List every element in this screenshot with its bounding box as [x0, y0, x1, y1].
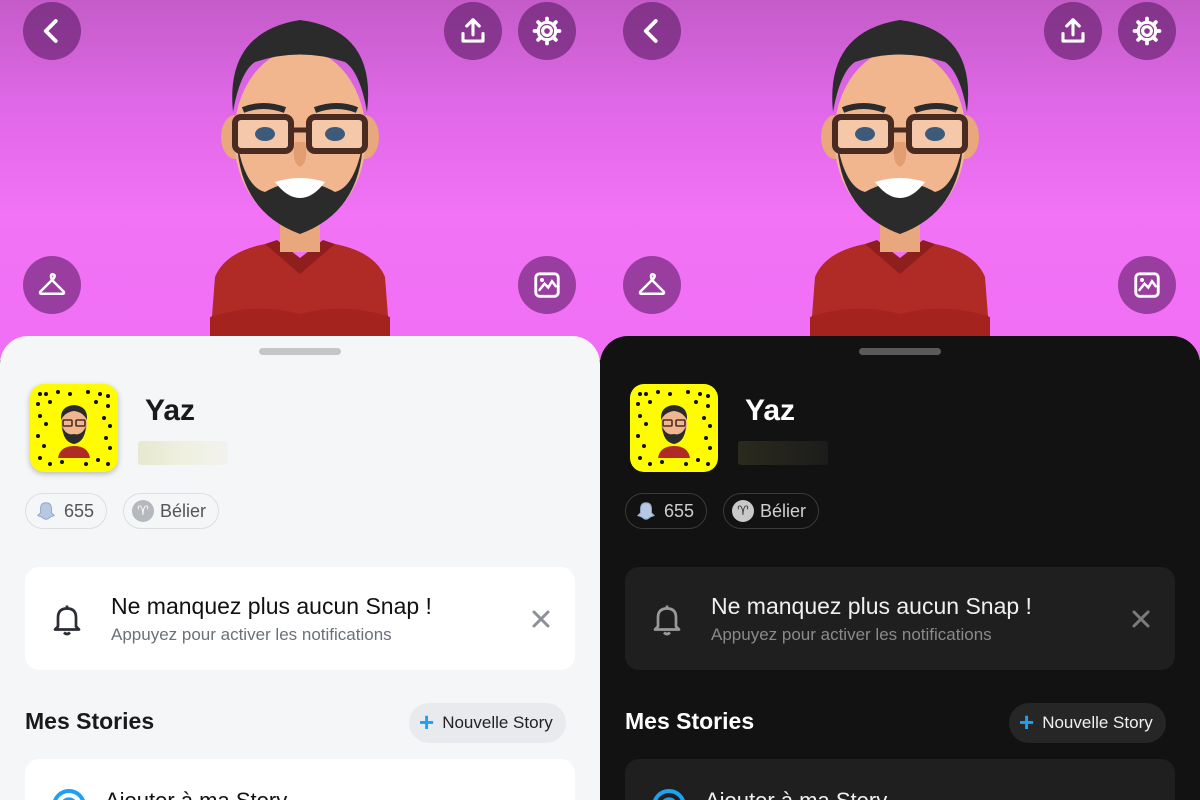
display-name: Yaz — [745, 394, 796, 427]
gear-icon — [1132, 16, 1162, 46]
share-icon — [461, 18, 485, 43]
zodiac-badge[interactable]: ♈ Bélier — [123, 493, 220, 529]
camera-plus-icon — [53, 789, 85, 800]
notification-title: Ne manquez plus aucun Snap ! — [111, 593, 432, 619]
notification-prompt-card[interactable]: Ne manquez plus aucun Snap ! Appuyez pou… — [625, 567, 1175, 670]
snap-score-badge[interactable]: 655 — [25, 493, 108, 529]
bitmoji-hero — [0, 0, 600, 360]
back-icon — [43, 19, 58, 43]
camera-plus-icon — [653, 789, 685, 800]
hanger-icon — [638, 273, 666, 295]
zodiac-badge[interactable]: ♈ Bélier — [723, 493, 820, 529]
bell-icon — [653, 605, 681, 636]
bitmoji-avatar — [210, 20, 390, 342]
close-icon[interactable] — [529, 607, 553, 631]
notification-prompt-card[interactable]: Ne manquez plus aucun Snap ! Appuyez pou… — [25, 567, 575, 670]
aries-icon: ♈ — [732, 500, 754, 522]
bitmoji-hero — [600, 0, 1200, 360]
back-button[interactable] — [623, 2, 681, 60]
add-to-story-label: Ajouter à ma Story — [105, 788, 287, 800]
snapcode[interactable] — [30, 384, 118, 472]
my-stories-heading: Mes Stories — [625, 708, 755, 734]
new-story-label: Nouvelle Story — [1042, 713, 1153, 732]
background-button[interactable] — [518, 256, 576, 314]
zodiac-label: Bélier — [160, 500, 207, 521]
close-icon[interactable] — [1129, 607, 1153, 631]
background-button[interactable] — [1118, 256, 1176, 314]
ghost-icon — [634, 499, 658, 523]
plus-icon: + — [1019, 706, 1035, 737]
bitmoji-avatar — [810, 20, 990, 342]
sheet-drag-handle[interactable] — [859, 348, 941, 355]
settings-button[interactable] — [518, 2, 576, 60]
my-stories-heading: Mes Stories — [25, 708, 155, 734]
image-icon — [534, 272, 560, 298]
display-name: Yaz — [145, 394, 196, 427]
new-story-label: Nouvelle Story — [442, 713, 553, 732]
username-redacted — [138, 441, 228, 465]
plus-icon: + — [419, 706, 435, 737]
bell-icon — [53, 605, 81, 636]
aries-icon: ♈ — [132, 500, 154, 522]
snap-score-value: 655 — [664, 500, 695, 521]
hanger-icon — [38, 273, 66, 295]
snapcode[interactable] — [630, 384, 718, 472]
notification-title: Ne manquez plus aucun Snap ! — [711, 593, 1032, 619]
back-icon — [643, 19, 658, 43]
share-button[interactable] — [444, 2, 502, 60]
image-icon — [1134, 272, 1160, 298]
zodiac-label: Bélier — [760, 500, 807, 521]
share-button[interactable] — [1044, 2, 1102, 60]
light-mode-profile: Yaz 655 ♈ Bélier Ne manquez plus aucun S… — [0, 0, 600, 800]
settings-button[interactable] — [1118, 2, 1176, 60]
dark-mode-profile: Yaz 655 ♈ Bélier Ne manquez plus aucun S… — [600, 0, 1200, 800]
share-icon — [1061, 18, 1085, 43]
profile-sheet: Yaz 655 ♈ Bélier Ne manquez plus aucun S… — [0, 336, 600, 800]
add-to-story-row[interactable]: Ajouter à ma Story — [25, 759, 575, 800]
new-story-button[interactable]: + Nouvelle Story — [409, 703, 566, 743]
ghost-icon — [34, 499, 58, 523]
profile-sheet: Yaz 655 ♈ Bélier Ne manquez plus aucun S… — [600, 336, 1200, 800]
snap-score-value: 655 — [64, 500, 95, 521]
outfit-button[interactable] — [23, 256, 81, 314]
snap-score-badge[interactable]: 655 — [625, 493, 708, 529]
back-button[interactable] — [23, 2, 81, 60]
outfit-button[interactable] — [623, 256, 681, 314]
sheet-drag-handle[interactable] — [259, 348, 341, 355]
new-story-button[interactable]: + Nouvelle Story — [1009, 703, 1166, 743]
notification-subtitle: Appuyez pour activer les notifications — [711, 625, 992, 644]
gear-icon — [532, 16, 562, 46]
add-to-story-label: Ajouter à ma Story — [705, 788, 887, 800]
add-to-story-row[interactable]: Ajouter à ma Story — [625, 759, 1175, 800]
username-redacted — [738, 441, 828, 465]
notification-subtitle: Appuyez pour activer les notifications — [111, 625, 392, 644]
